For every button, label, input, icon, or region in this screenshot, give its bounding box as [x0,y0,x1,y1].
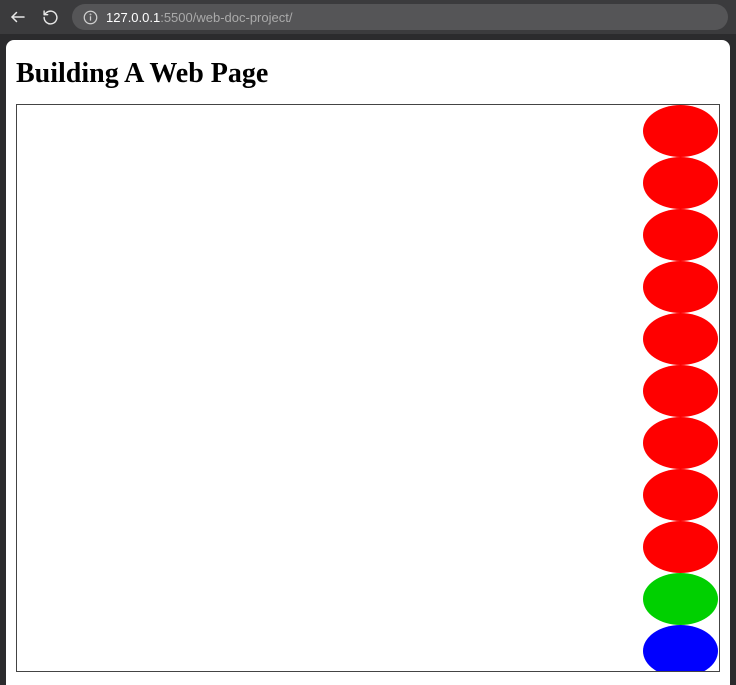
viewport: Building A Web Page [0,34,736,685]
oval-red [643,261,718,313]
shape-container [16,104,720,672]
oval-red [643,365,718,417]
address-bar[interactable]: 127.0.0.1:5500/web-doc-project/ [72,4,728,30]
page-title: Building A Web Page [16,58,720,90]
oval-column [643,105,718,672]
info-icon [82,9,98,25]
browser-toolbar: 127.0.0.1:5500/web-doc-project/ [0,0,736,34]
oval-red [643,521,718,573]
oval-red [643,157,718,209]
url-host: 127.0.0.1 [106,10,160,25]
reload-button[interactable] [40,7,60,27]
oval-red [643,105,718,157]
url-text: 127.0.0.1:5500/web-doc-project/ [106,10,292,25]
url-rest: :5500/web-doc-project/ [160,10,292,25]
oval-green [643,573,718,625]
oval-red [643,469,718,521]
oval-red [643,313,718,365]
oval-red [643,417,718,469]
oval-blue [643,625,718,672]
back-button[interactable] [8,7,28,27]
page-body: Building A Web Page [6,40,730,685]
oval-red [643,209,718,261]
